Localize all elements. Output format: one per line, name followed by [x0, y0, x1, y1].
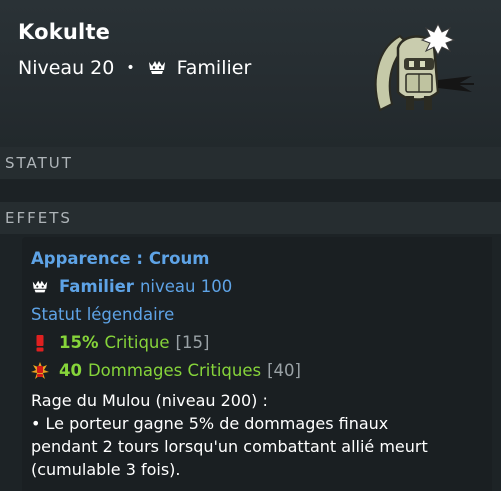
pet-crown-icon [147, 59, 167, 77]
rage-line-1: • Le porteur gagne 5% de dommages finaux [31, 414, 389, 433]
rage-description: Rage du Mulou (niveau 200) : • Le porteu… [31, 389, 491, 481]
crit-line: 15% Critique [15] [31, 333, 209, 352]
appearance-line: Apparence : Croum [31, 249, 209, 268]
crit-damage-line: 40 Dommages Critiques [40] [31, 361, 301, 380]
pet-type-label: Familier [59, 277, 134, 296]
kokulte-pet-portrait [362, 18, 482, 123]
crit-damage-label: Dommages Critiques [87, 361, 262, 380]
crit-damage-value: 40 [59, 361, 82, 380]
item-header: Kokulte Niveau 20 • Familier [0, 0, 501, 147]
legendary-line: Statut légendaire [31, 305, 174, 324]
crit-value: 15% [59, 333, 99, 352]
explosion-icon [31, 361, 49, 380]
separator-dot: • [126, 60, 135, 76]
pet-level-line: Familier niveau 100 [31, 277, 232, 296]
item-name: Kokulte [18, 20, 111, 44]
item-level: Niveau 20 [18, 57, 115, 79]
crit-points: [15] [175, 333, 210, 352]
rage-title: Rage du Mulou (niveau 200) : [31, 391, 268, 410]
exclamation-icon [31, 334, 49, 352]
rage-line-2: pendant 2 tours lorsqu'un combattant all… [31, 437, 428, 456]
item-subline: Niveau 20 • Familier [18, 56, 251, 80]
pet-crown-icon [31, 278, 49, 296]
section-effects-header: EFFETS [0, 202, 501, 234]
crit-label: Critique [104, 333, 170, 352]
crit-damage-points: [40] [267, 361, 301, 380]
rage-line-3: (cumulable 3 fois). [31, 460, 181, 479]
pet-level-value: niveau 100 [139, 277, 233, 296]
item-type: Familier [176, 57, 252, 79]
appearance-label: Apparence : [31, 249, 143, 268]
appearance-value: Croum [148, 249, 210, 268]
section-status-body [0, 180, 501, 202]
legendary-status: Statut légendaire [31, 305, 175, 324]
section-status-header: STATUT [0, 147, 501, 179]
